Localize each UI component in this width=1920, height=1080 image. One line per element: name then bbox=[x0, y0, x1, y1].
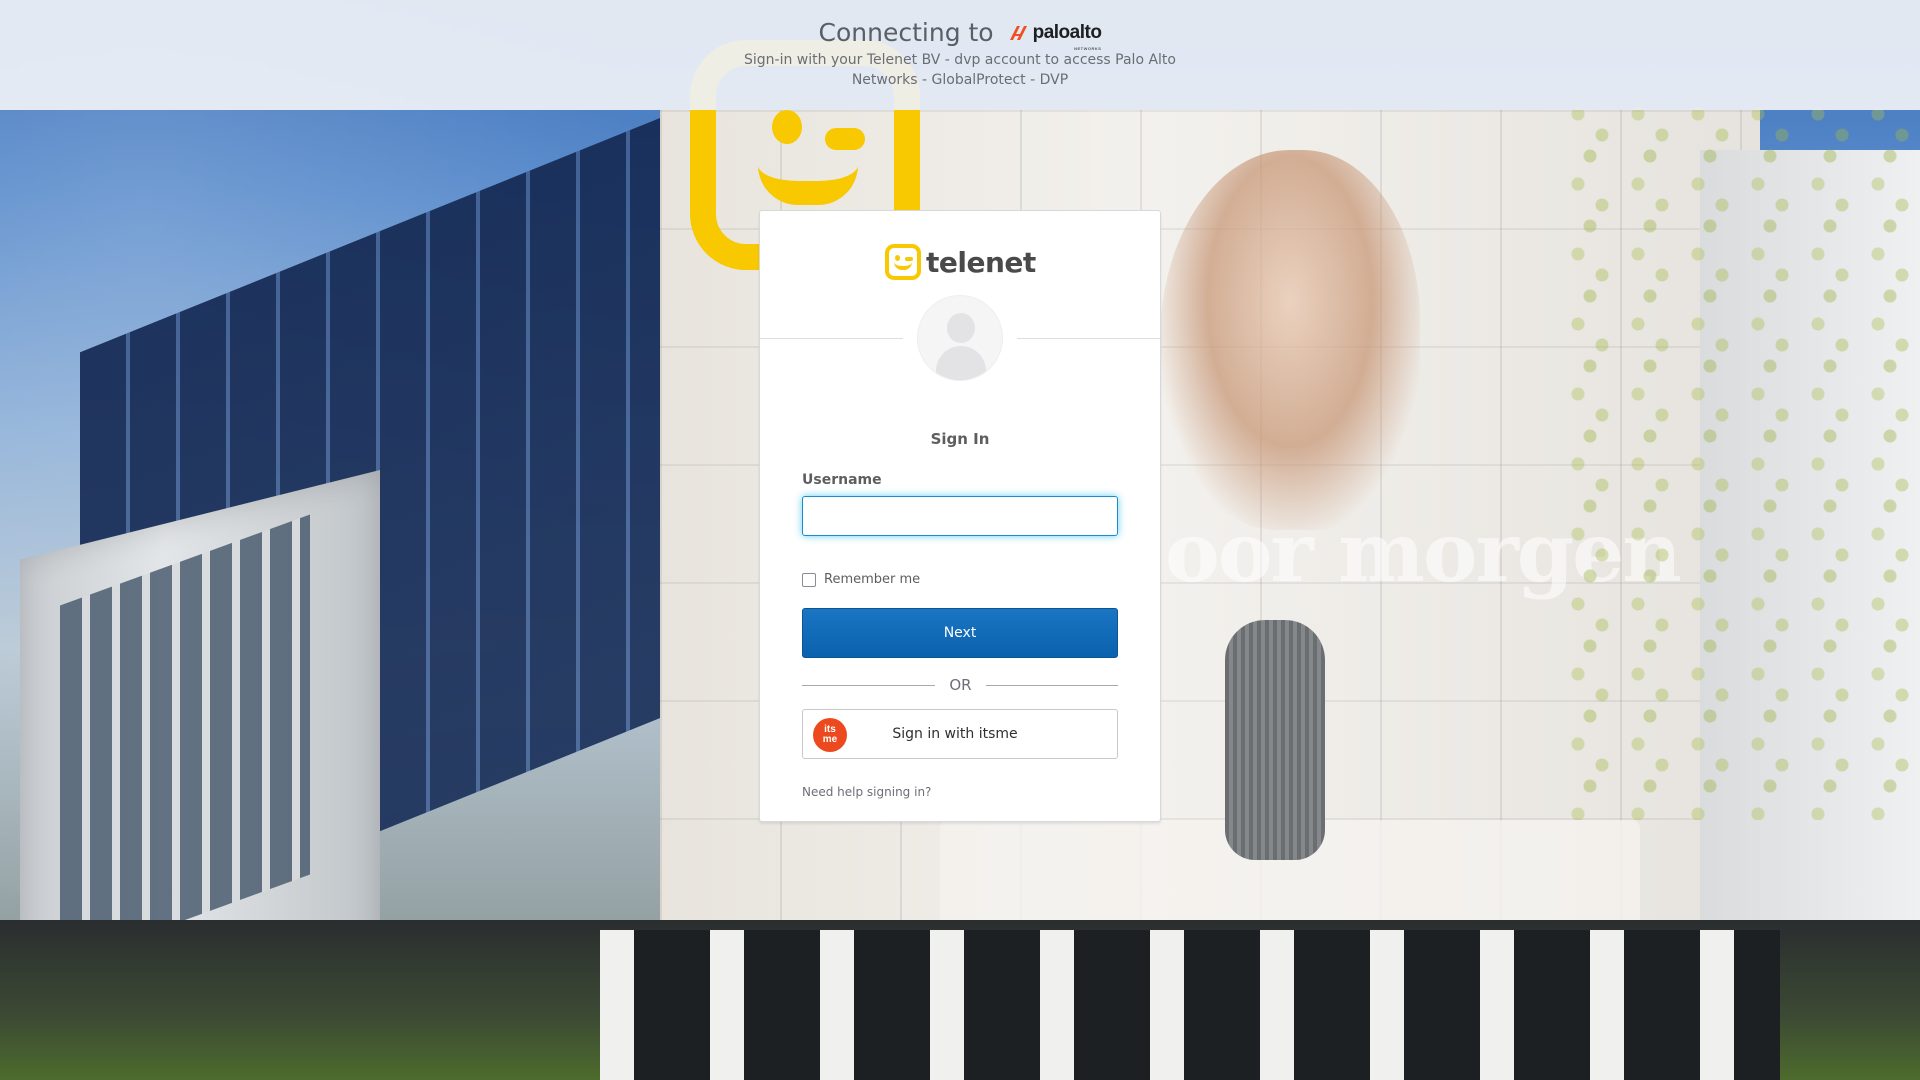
or-line-right bbox=[986, 685, 1118, 686]
top-banner: Connecting to paloalto NETWORKS Sign-in … bbox=[0, 0, 1920, 110]
building-pillars bbox=[600, 930, 1780, 1080]
banner-child-figure bbox=[1160, 150, 1420, 530]
paloalto-word: paloalto bbox=[1032, 21, 1102, 43]
signin-card: telenet Sign In Username Remember me Nex… bbox=[759, 210, 1161, 822]
divider-right bbox=[1017, 338, 1160, 339]
username-label: Username bbox=[802, 472, 882, 488]
page-title: Sign In bbox=[930, 430, 990, 448]
user-avatar-placeholder-icon bbox=[917, 295, 1003, 381]
avatar-head bbox=[947, 313, 975, 343]
username-input[interactable] bbox=[802, 496, 1118, 536]
banner-speaker bbox=[1225, 620, 1325, 860]
divider-left bbox=[760, 338, 903, 339]
or-line-left bbox=[802, 685, 935, 686]
paloalto-mark-icon bbox=[1009, 25, 1027, 40]
tree-branches bbox=[1560, 100, 1920, 820]
paloalto-logo-icon: paloalto NETWORKS bbox=[1008, 21, 1102, 51]
building-sign-wink bbox=[825, 128, 865, 150]
telenet-logo-wink bbox=[905, 257, 913, 261]
or-text: OR bbox=[949, 676, 972, 694]
remember-me-row[interactable]: Remember me bbox=[802, 572, 920, 587]
connecting-text: Connecting to bbox=[818, 18, 994, 47]
telenet-wordmark: telenet bbox=[926, 245, 1036, 279]
itsme-signin-label: Sign in with itsme bbox=[892, 726, 1018, 742]
next-button[interactable]: Next bbox=[802, 608, 1118, 658]
telenet-logo: telenet bbox=[885, 242, 1036, 282]
remember-me-checkbox[interactable] bbox=[802, 572, 816, 587]
help-signing-in-link[interactable]: Need help signing in? bbox=[802, 785, 931, 799]
paloalto-wordmark: paloalto NETWORKS bbox=[1032, 21, 1102, 51]
remember-me-label[interactable]: Remember me bbox=[824, 572, 920, 587]
building-sign-eye bbox=[772, 110, 802, 144]
connecting-row: Connecting to paloalto NETWORKS bbox=[0, 18, 1920, 51]
or-divider: OR bbox=[802, 676, 1118, 696]
banner-description: Sign-in with your Telenet BV - dvp accou… bbox=[744, 52, 1176, 88]
avatar-divider bbox=[760, 295, 1160, 381]
avatar-body bbox=[936, 346, 986, 380]
telenet-logo-icon bbox=[885, 244, 921, 280]
itsme-signin-button[interactable]: its me Sign in with itsme bbox=[802, 709, 1118, 759]
